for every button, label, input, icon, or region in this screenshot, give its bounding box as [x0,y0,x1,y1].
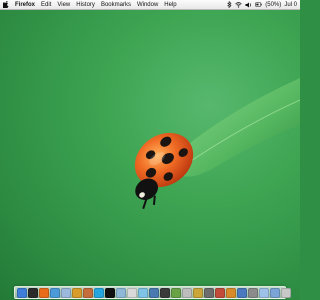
dock [14,286,291,299]
battery-percent: (50%) [265,1,282,8]
wifi-icon[interactable] [235,1,243,8]
terminal-icon[interactable] [105,287,115,298]
app-icon-16[interactable] [204,287,214,298]
downloads-folder-icon[interactable] [270,287,280,298]
bluetooth-icon[interactable] [225,1,232,8]
menu-bookmarks[interactable]: Bookmarks [98,0,134,10]
menu-left: Firefox Edit View History Bookmarks Wind… [0,0,180,10]
app-icon-18[interactable] [226,287,236,298]
preview-icon[interactable] [116,287,126,298]
menu-history[interactable]: History [73,0,98,10]
itunes-icon[interactable] [138,287,148,298]
apple-icon[interactable] [0,0,12,10]
safari-icon[interactable] [50,287,60,298]
menu-view[interactable]: View [54,0,73,10]
menu-status-area: (50%) Jul 0 [225,0,300,10]
skype-icon[interactable] [94,287,104,298]
menu-help[interactable]: Help [161,0,179,10]
battery-icon[interactable] [255,1,263,8]
menu-window[interactable]: Window [134,0,161,10]
dashboard-icon[interactable] [28,287,38,298]
firefox-icon[interactable] [39,287,49,298]
clock[interactable]: Jul 0 [284,0,297,10]
photo-icon[interactable] [149,287,159,298]
menu-bar: Firefox Edit View History Bookmarks Wind… [0,0,300,10]
menu-firefox[interactable]: Firefox [12,0,38,10]
ladybug-on-leaf-wallpaper [134,78,300,210]
app-icon-17[interactable] [215,287,225,298]
trash-icon[interactable] [281,287,291,298]
app-icon-15[interactable] [193,287,203,298]
menu-edit[interactable]: Edit [38,0,54,10]
app-icon-19[interactable] [237,287,247,298]
documents-folder-icon[interactable] [259,287,269,298]
desktop-wallpaper: Firefox Edit View History Bookmarks Wind… [0,0,300,300]
leaf [175,78,300,177]
address-book-icon[interactable] [83,287,93,298]
ichat-icon[interactable] [72,287,82,298]
system-preferences-icon[interactable] [248,287,258,298]
app-icon-13[interactable] [171,287,181,298]
app-icon-14[interactable] [182,287,192,298]
ical-icon[interactable] [127,287,137,298]
app-icon-12[interactable] [160,287,170,298]
mail-icon[interactable] [61,287,71,298]
volume-icon[interactable] [245,1,252,8]
finder-icon[interactable] [17,287,27,298]
